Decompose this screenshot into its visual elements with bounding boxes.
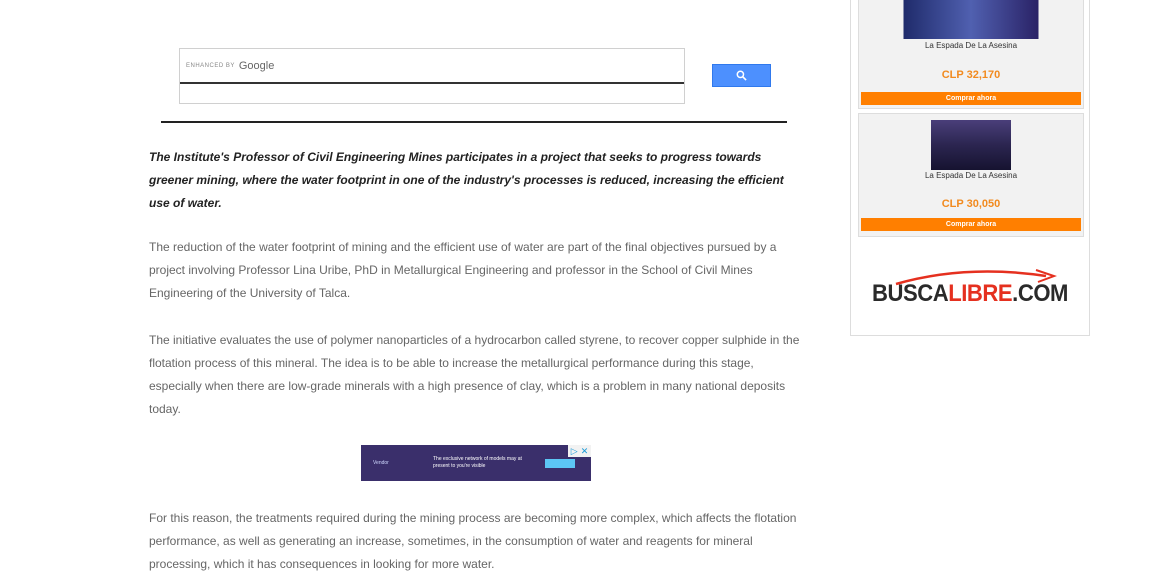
logo-part-busca: BUSCA [872, 280, 949, 307]
buy-now-button[interactable]: Comprar ahora [861, 218, 1081, 231]
banner-ad-text: The exclusive network of models may at p… [433, 456, 522, 469]
search-icon [736, 70, 747, 81]
book-title[interactable]: La Espada De La Asesina [859, 41, 1083, 50]
article-paragraph: The reduction of the water footprint of … [149, 240, 777, 300]
book-title[interactable]: La Espada De La Asesina [859, 171, 1083, 180]
ad-close-icon[interactable]: ✕ [581, 446, 589, 456]
article-lead: The Institute's Professor of Civil Engin… [149, 150, 784, 210]
book-cover-image[interactable] [931, 120, 1011, 170]
search-brand-prefix: ENHANCED BY [186, 62, 235, 69]
book-price: CLP 30,050 [941, 198, 1001, 210]
logo-part-libre: LIBRE [948, 280, 1013, 307]
buy-now-button[interactable]: Comprar ahora [861, 92, 1081, 105]
section-divider [161, 121, 787, 123]
buscalibre-logo[interactable]: BUSCALIBRE.COM [872, 262, 1072, 322]
logo-part-com: .COM [1012, 280, 1068, 307]
ad-info-icon[interactable]: ▷ [571, 446, 578, 456]
logo-wordmark: BUSCALIBRE.COM [872, 280, 1068, 308]
book-cover-image[interactable] [903, 0, 1039, 39]
book-card[interactable]: La Espada De La Asesina CLP 30,050 Compr… [858, 113, 1084, 237]
book-card[interactable]: La Espada De La Asesina CLP 32,170 Compr… [858, 0, 1084, 109]
search-button[interactable] [712, 64, 771, 87]
article-paragraph: The initiative evaluates the use of poly… [149, 333, 800, 416]
search-brand-name: Google [238, 59, 275, 72]
book-price: CLP 32,170 [941, 69, 1001, 81]
article-paragraph: For this reason, the treatments required… [149, 511, 797, 571]
custom-search-box: ENHANCED BY Google [179, 48, 685, 104]
banner-ad[interactable]: Vendor The exclusive network of models m… [361, 445, 591, 481]
banner-ad-brand: Vendor [373, 460, 389, 466]
banner-ad-cta[interactable] [545, 458, 575, 468]
search-input[interactable]: ENHANCED BY Google [180, 49, 684, 84]
ad-choices: ▷ ✕ [568, 445, 591, 457]
